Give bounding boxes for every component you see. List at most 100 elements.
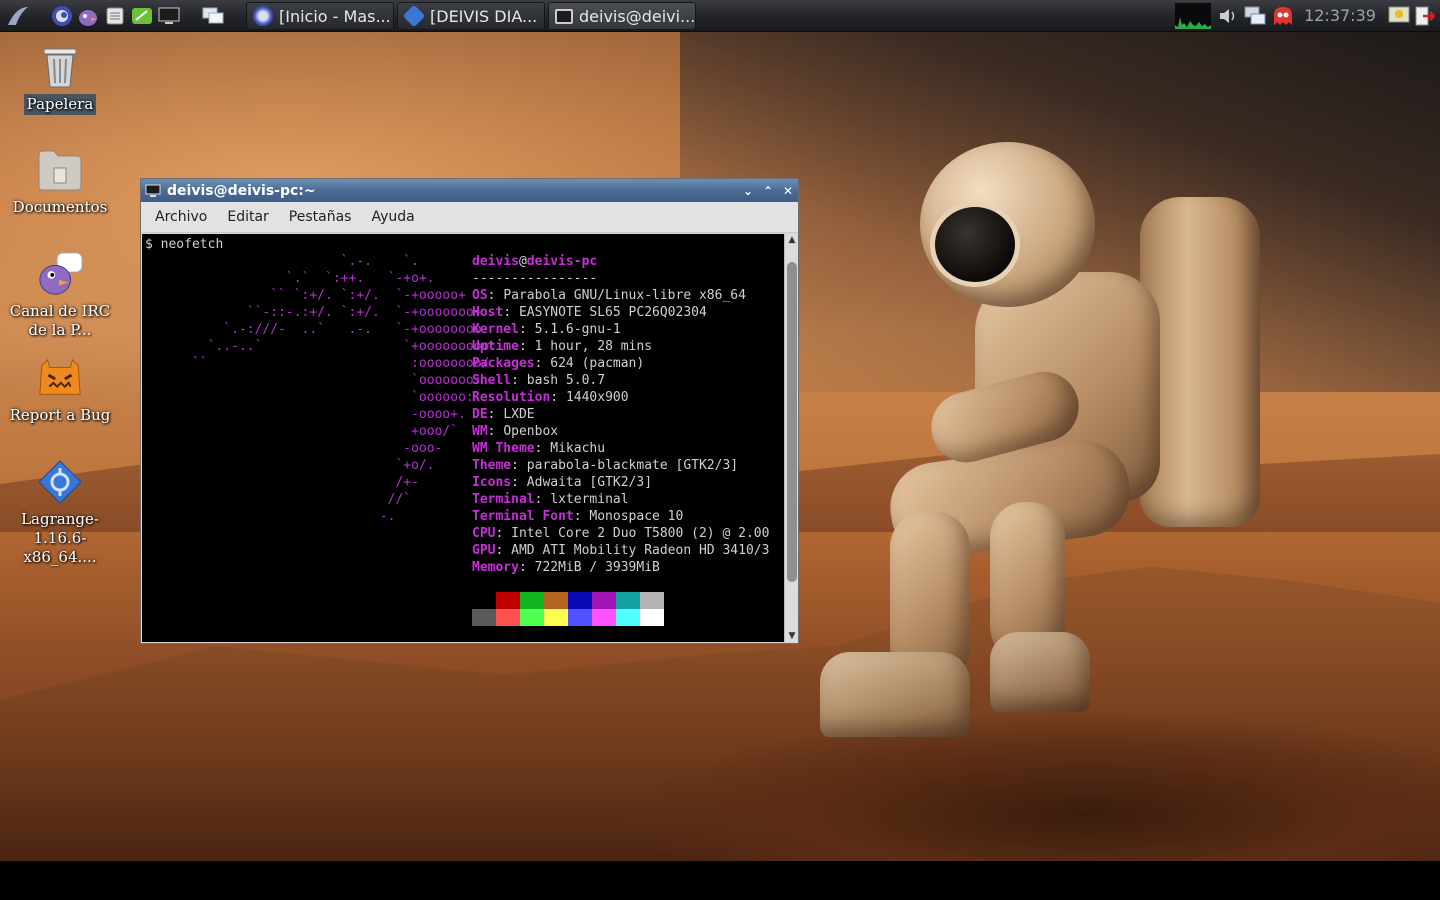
info-line: OS: Parabola GNU/Linux-libre x86_64 xyxy=(472,288,746,303)
file-manager-icon[interactable] xyxy=(103,4,127,28)
palette-swatch xyxy=(592,592,616,609)
info-value: 1440x900 xyxy=(565,390,629,405)
astronaut-boot-left xyxy=(820,652,970,737)
palette-swatch xyxy=(568,592,592,609)
pacman-ghost-icon[interactable] xyxy=(1271,4,1295,28)
logout-icon[interactable] xyxy=(1412,4,1436,28)
taskbar-button-label: deivis@deivi... xyxy=(579,6,696,26)
palette-swatch xyxy=(616,609,640,626)
host-name: deivis-pc xyxy=(526,254,598,269)
terminal-icon xyxy=(145,184,161,198)
parabola-menu-icon[interactable] xyxy=(6,4,30,28)
desktop-icon-label: Report a Bug xyxy=(9,406,111,424)
desktop-icon-report-bug[interactable]: Report a Bug xyxy=(5,354,115,425)
info-line: Icons: Adwaita [GTK2/3] xyxy=(472,475,653,490)
astronaut-visor xyxy=(930,202,1020,287)
volume-icon[interactable] xyxy=(1216,4,1240,28)
info-value: Mikachu xyxy=(550,441,606,456)
color-palette xyxy=(472,592,664,626)
info-value: Adwaita [GTK2/3] xyxy=(526,475,653,490)
info-value: Monospace 10 xyxy=(589,509,684,524)
palette-swatch xyxy=(640,592,664,609)
at-sign: @ xyxy=(518,254,527,269)
palette-swatch xyxy=(544,592,568,609)
bottom-empty-area xyxy=(0,861,1440,900)
bug-monster-icon xyxy=(36,354,84,402)
info-value: 722MiB / 3939MiB xyxy=(534,560,660,575)
scroll-down-arrow-icon[interactable]: ▼ xyxy=(785,630,799,642)
scroll-up-arrow-icon[interactable]: ▲ xyxy=(785,234,799,246)
desktop-icon-label: Documentos xyxy=(12,198,108,216)
desktop-icon-label: Papelera xyxy=(23,94,97,115)
info-value: 1 hour, 28 mins xyxy=(534,339,653,354)
astronaut-boot-right xyxy=(990,632,1090,712)
taskbar-button-terminal[interactable]: deivis@deivi... xyxy=(548,2,696,30)
info-key: Icons xyxy=(472,475,512,490)
browser-icon[interactable] xyxy=(50,4,74,28)
scrollbar-thumb[interactable] xyxy=(787,262,797,582)
info-key: Memory xyxy=(472,560,519,575)
desktop-icon-irc[interactable]: Canal de IRC de la P... xyxy=(5,250,115,340)
terminal-icon[interactable] xyxy=(157,4,181,28)
network-icon[interactable] xyxy=(1243,4,1267,28)
maximize-button[interactable]: ⌃ xyxy=(758,181,778,201)
minimize-button[interactable]: ⌄ xyxy=(738,181,758,201)
info-key: Packages xyxy=(472,356,535,371)
palette-swatch xyxy=(592,609,616,626)
info-value: LXDE xyxy=(503,407,535,422)
info-key: WM Theme xyxy=(472,441,535,456)
terminal-output[interactable]: $ neofetch `.-. `. `.` `:++. `-+o+. `` `… xyxy=(142,234,784,642)
info-line: CPU: Intel Core 2 Duo T5800 (2) @ 2.00 xyxy=(472,526,770,541)
folder-icon xyxy=(36,146,84,194)
top-panel: [Inicio - Mas... [DEIVIS DIA... deivis@d… xyxy=(0,0,1440,32)
info-value: 624 (pacman) xyxy=(550,356,645,371)
info-key: Resolution xyxy=(472,390,551,405)
info-line: WM: Openbox xyxy=(472,424,559,439)
taskbar-button-lagrange[interactable]: [DEIVIS DIA... xyxy=(397,2,545,30)
desktop-icon-lagrange[interactable]: Lagrange-1.16.6-x86_64.... xyxy=(5,458,115,567)
window-switcher-icon[interactable] xyxy=(201,4,225,28)
info-key: Kernel xyxy=(472,322,519,337)
info-line: Kernel: 5.1.6-gnu-1 xyxy=(472,322,621,337)
wallpaper-astronaut xyxy=(800,132,1280,742)
menubar: Archivo Editar Pestañas Ayuda xyxy=(141,202,798,233)
info-value: AMD ATI Mobility Radeon HD 3410/3 xyxy=(511,543,770,558)
info-line: Terminal: lxterminal xyxy=(472,492,629,507)
pidgin-icon[interactable] xyxy=(76,4,100,28)
palette-swatch xyxy=(640,609,664,626)
info-line: Terminal Font: Monospace 10 xyxy=(472,509,684,524)
info-key: WM xyxy=(472,424,488,439)
menu-editar[interactable]: Editar xyxy=(217,209,278,225)
terminal-scrollbar[interactable]: ▲ ▼ xyxy=(784,234,798,642)
desktop-icon-documents[interactable]: Documentos xyxy=(5,146,115,217)
taskbar-button-browser[interactable]: [Inicio - Mas... xyxy=(246,2,394,30)
pidgin-chat-icon xyxy=(36,250,84,298)
terminal-window[interactable]: deivis@deivis-pc:~ ⌄ ⌃ ✕ Archivo Editar … xyxy=(140,178,799,644)
info-key: Terminal xyxy=(472,492,535,507)
clock[interactable]: 12:37:39 xyxy=(1300,6,1380,25)
menu-ayuda[interactable]: Ayuda xyxy=(361,209,424,225)
palette-swatch xyxy=(520,592,544,609)
palette-swatch xyxy=(544,609,568,626)
weather-icon[interactable] xyxy=(1387,4,1411,28)
info-key: OS xyxy=(472,288,488,303)
menu-archivo[interactable]: Archivo xyxy=(145,209,217,225)
terminal-icon xyxy=(555,8,573,24)
close-button[interactable]: ✕ xyxy=(778,181,798,201)
lagrange-app-icon xyxy=(36,458,84,506)
palette-swatch xyxy=(472,609,496,626)
info-line: WM Theme: Mikachu xyxy=(472,441,606,456)
desktop-icon-trash[interactable]: Papelera xyxy=(5,42,115,115)
palette-row-bright xyxy=(472,609,664,626)
palette-swatch xyxy=(496,592,520,609)
text-editor-icon[interactable] xyxy=(130,4,154,28)
window-titlebar[interactable]: deivis@deivis-pc:~ ⌄ ⌃ ✕ xyxy=(141,179,798,202)
info-value: parabola-blackmate [GTK2/3] xyxy=(526,458,739,473)
palette-swatch xyxy=(568,609,592,626)
menu-pestanas[interactable]: Pestañas xyxy=(279,209,362,225)
parabola-ascii-logo: `.-. `. `.` `:++. `-+o+. `` `:+/. `:+/. … xyxy=(191,254,498,524)
cpu-monitor-icon[interactable] xyxy=(1175,3,1211,29)
info-line: Memory: 722MiB / 3939MiB xyxy=(472,560,660,575)
palette-swatch xyxy=(496,609,520,626)
palette-swatch xyxy=(472,592,496,609)
